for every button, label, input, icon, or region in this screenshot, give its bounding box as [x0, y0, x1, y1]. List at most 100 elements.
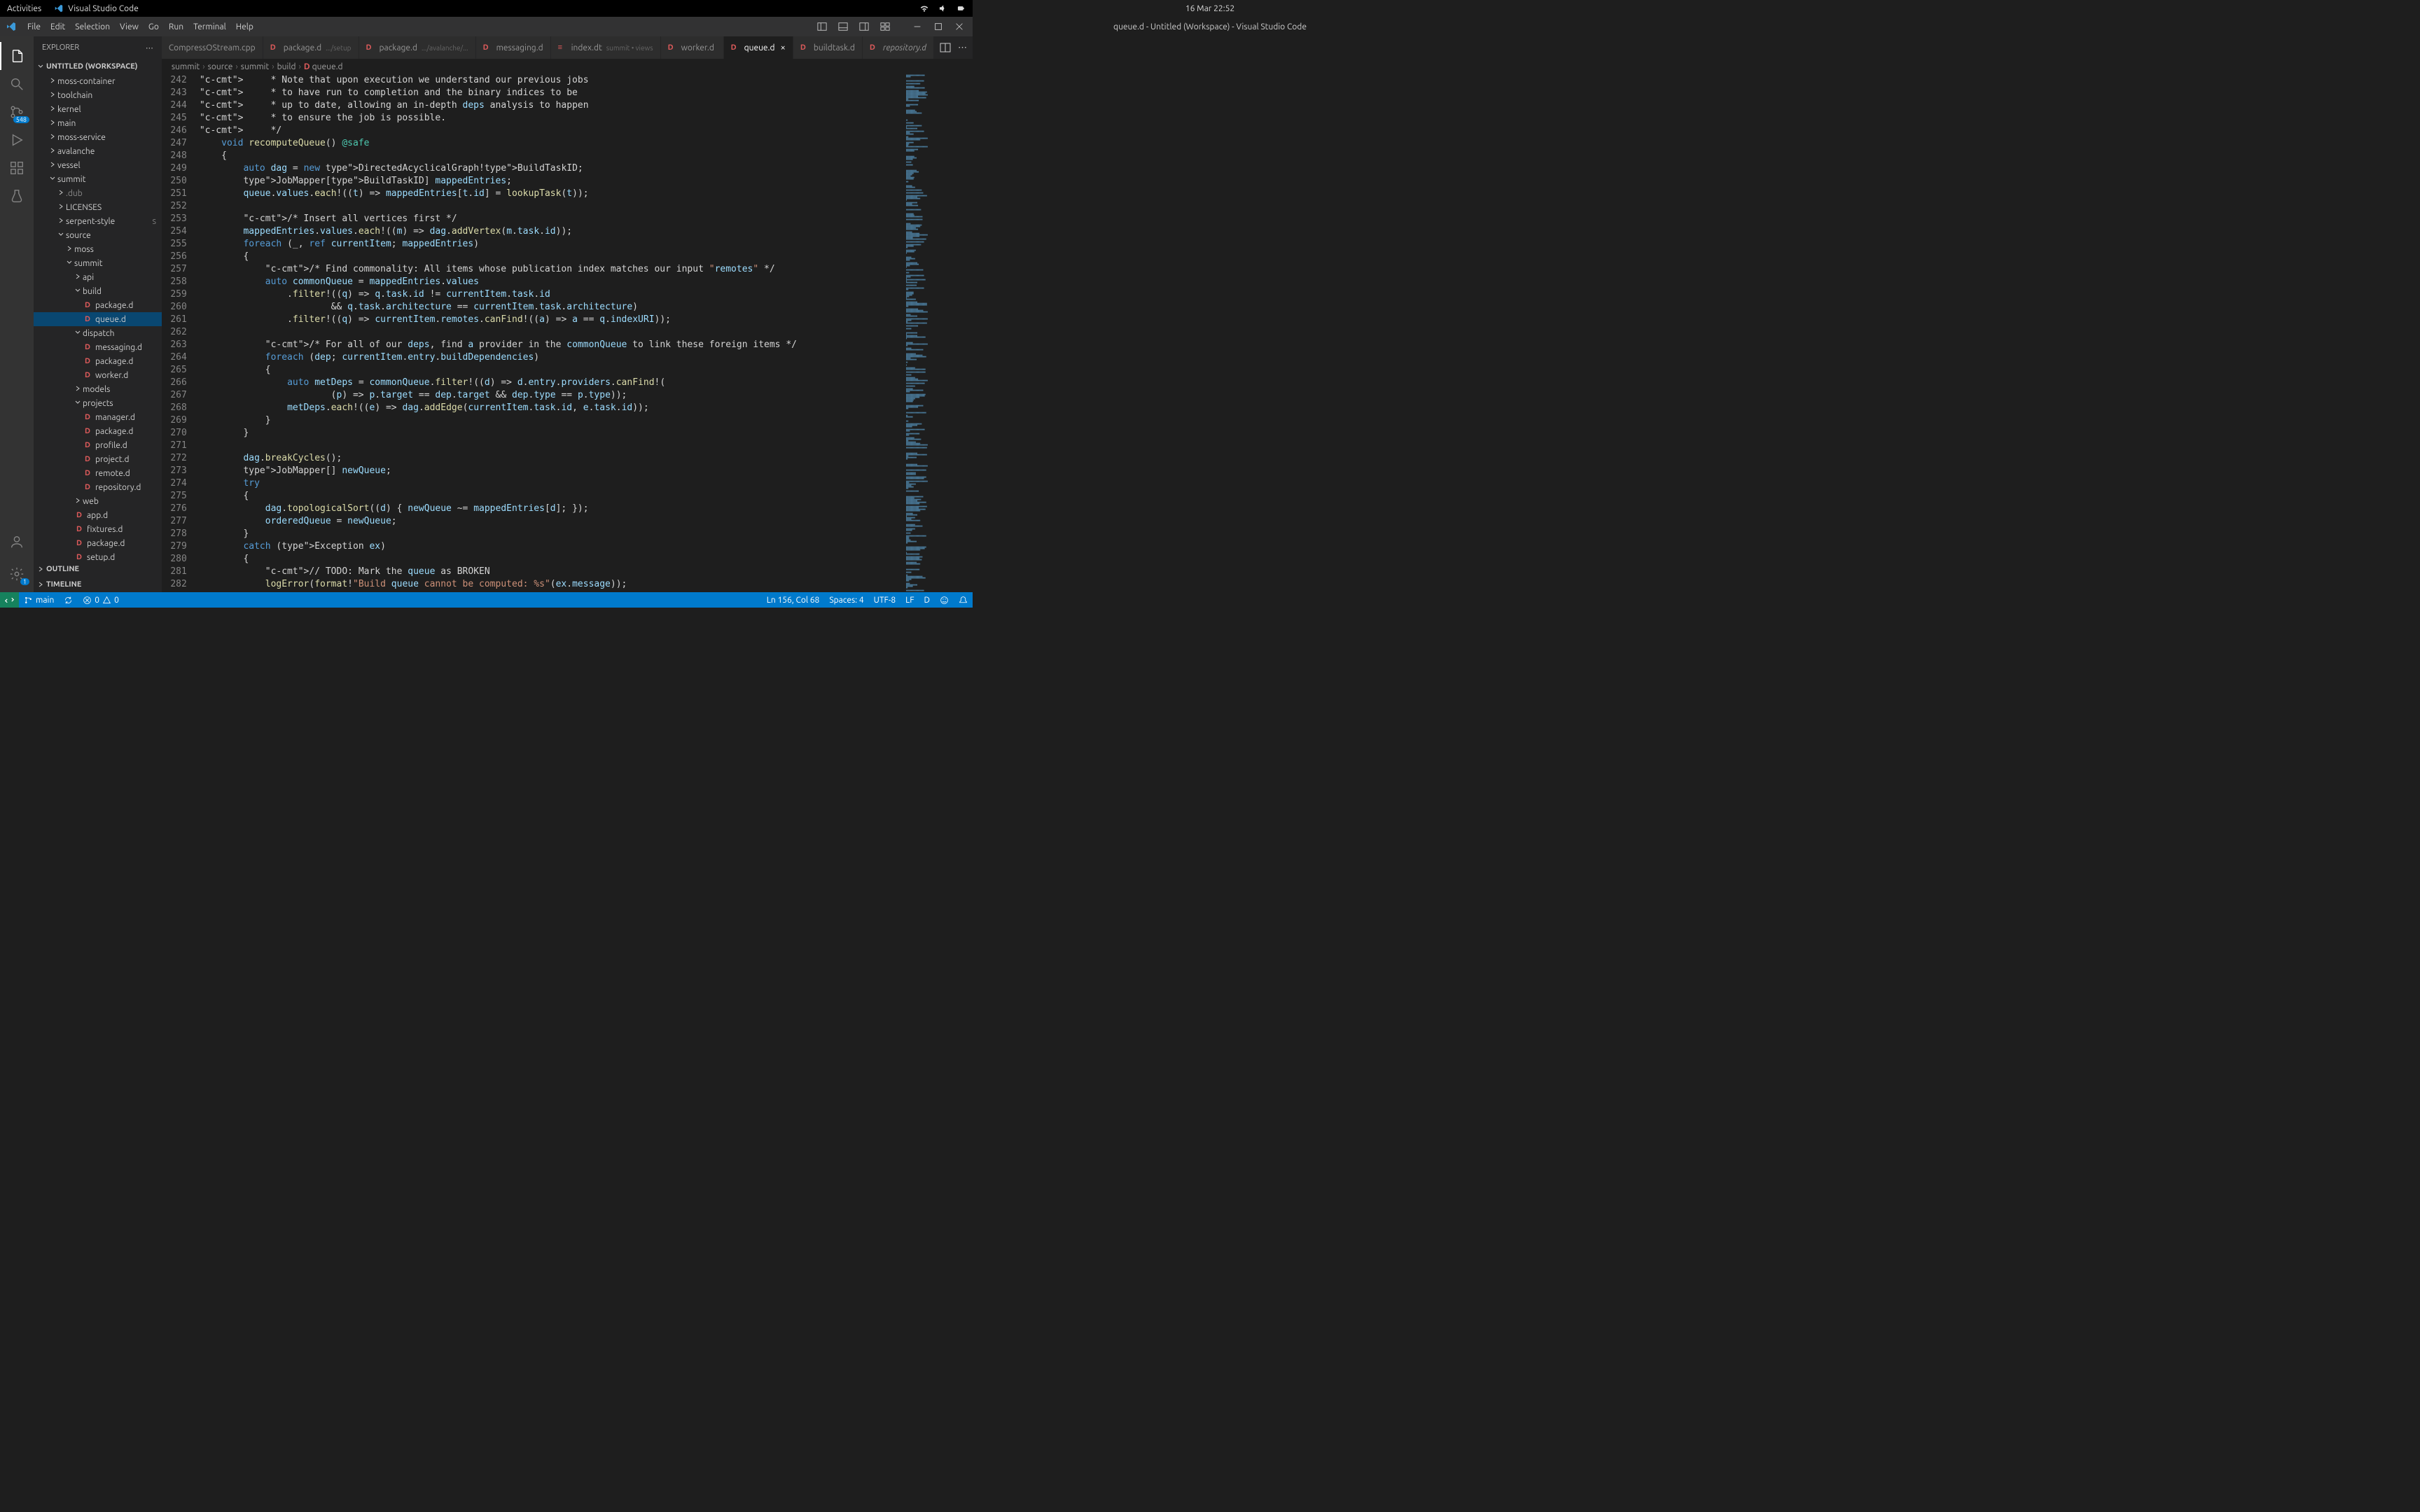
- tree-package-d[interactable]: Dpackage.d: [34, 298, 162, 312]
- tree--dub[interactable]: .dub: [34, 186, 162, 200]
- maximize-button[interactable]: [929, 19, 947, 34]
- tab-index-dt[interactable]: ≡index.dtsummit • views: [551, 36, 661, 59]
- app-indicator[interactable]: Visual Studio Code: [54, 4, 139, 13]
- tree-moss[interactable]: moss: [34, 242, 162, 256]
- battery-icon[interactable]: [956, 4, 966, 13]
- eol[interactable]: LF: [900, 596, 919, 605]
- workspace-header[interactable]: UNTITLED (WORKSPACE): [34, 59, 162, 74]
- breadcrumb-build[interactable]: build: [277, 62, 296, 71]
- minimap[interactable]: █████████████████████████ ██████ ███████…: [903, 74, 973, 592]
- breadcrumb-summit[interactable]: summit: [172, 62, 200, 71]
- tab-buildtask-d[interactable]: Dbuildtask.d: [793, 36, 863, 59]
- tab-more-icon[interactable]: ⋯: [958, 43, 967, 53]
- code-editor[interactable]: "c-cmt"> * Note that upon execution we u…: [200, 74, 903, 592]
- tree-app-d[interactable]: Dapp.d: [34, 508, 162, 522]
- encoding[interactable]: UTF-8: [869, 596, 900, 605]
- tree-worker-d[interactable]: Dworker.d: [34, 368, 162, 382]
- tab-close-icon[interactable]: ×: [781, 43, 786, 52]
- tree-avalanche[interactable]: avalanche: [34, 144, 162, 158]
- activity-accounts[interactable]: [0, 528, 34, 556]
- indentation[interactable]: Spaces: 4: [824, 596, 868, 605]
- layout-right-icon[interactable]: [855, 19, 873, 34]
- tree-kernel[interactable]: kernel: [34, 102, 162, 116]
- tree-moss-container[interactable]: moss-container: [34, 74, 162, 88]
- activity-extensions[interactable]: [0, 154, 34, 182]
- tree-project-d[interactable]: Dproject.d: [34, 452, 162, 466]
- breadcrumb-source[interactable]: source: [208, 62, 233, 71]
- clock[interactable]: 16 Mar 22:52: [1185, 4, 1235, 13]
- tab-package-d[interactable]: Dpackage.d.../setup: [263, 36, 359, 59]
- tree-build[interactable]: build: [34, 284, 162, 298]
- tree-setup-d[interactable]: Dsetup.d: [34, 550, 162, 561]
- tab-compressostream-cpp[interactable]: CompressOStream.cpp: [162, 36, 263, 59]
- breadcrumb-queue.d[interactable]: Dqueue.d: [304, 62, 343, 71]
- sidebar-more-icon[interactable]: ⋯: [146, 43, 153, 52]
- notifications-icon[interactable]: [954, 596, 973, 605]
- tree-manager-d[interactable]: Dmanager.d: [34, 410, 162, 424]
- tree-toolchain[interactable]: toolchain: [34, 88, 162, 102]
- menu-item-go[interactable]: Go: [144, 22, 164, 31]
- menu-item-run[interactable]: Run: [164, 22, 188, 31]
- tree-serpent-style[interactable]: serpent-styleS: [34, 214, 162, 228]
- activity-testing[interactable]: [0, 182, 34, 210]
- tree-source[interactable]: source: [34, 228, 162, 242]
- language-mode[interactable]: D: [919, 596, 935, 605]
- activity-search[interactable]: [0, 70, 34, 98]
- tree-summit[interactable]: summit: [34, 172, 162, 186]
- menu-item-selection[interactable]: Selection: [70, 22, 115, 31]
- volume-icon[interactable]: [938, 4, 947, 13]
- git-sync[interactable]: [59, 596, 78, 605]
- layout-panel-icon[interactable]: [813, 19, 831, 34]
- activities-label[interactable]: Activities: [7, 4, 41, 13]
- activity-explorer[interactable]: [0, 42, 34, 70]
- tree-fixtures-d[interactable]: Dfixtures.d: [34, 522, 162, 536]
- tree-vessel[interactable]: vessel: [34, 158, 162, 172]
- minimize-button[interactable]: [908, 19, 926, 34]
- remote-indicator[interactable]: [0, 592, 19, 608]
- title-bar: FileEditSelectionViewGoRunTerminalHelp q…: [0, 17, 973, 36]
- tree-moss-service[interactable]: moss-service: [34, 130, 162, 144]
- tree-main[interactable]: main: [34, 116, 162, 130]
- tree-models[interactable]: models: [34, 382, 162, 396]
- wifi-icon[interactable]: [919, 4, 929, 13]
- split-editor-icon[interactable]: [940, 42, 951, 53]
- tree-profile-d[interactable]: Dprofile.d: [34, 438, 162, 452]
- menu-item-view[interactable]: View: [115, 22, 144, 31]
- git-branch[interactable]: main: [19, 596, 59, 605]
- tree-projects[interactable]: projects: [34, 396, 162, 410]
- tab-repository-d[interactable]: Drepository.d: [863, 36, 934, 59]
- tree-dispatch[interactable]: dispatch: [34, 326, 162, 340]
- menu-item-terminal[interactable]: Terminal: [188, 22, 231, 31]
- problems[interactable]: 0 0: [78, 596, 124, 605]
- tree-package-d[interactable]: Dpackage.d: [34, 424, 162, 438]
- tree-remote-d[interactable]: Dremote.d: [34, 466, 162, 480]
- menu-item-file[interactable]: File: [22, 22, 46, 31]
- layout-customize-icon[interactable]: [876, 19, 894, 34]
- menu-item-edit[interactable]: Edit: [46, 22, 70, 31]
- layout-bottom-icon[interactable]: [834, 19, 852, 34]
- timeline-header[interactable]: TIMELINE: [34, 577, 162, 592]
- activity-settings[interactable]: 1: [0, 560, 34, 588]
- tree-summit[interactable]: summit: [34, 256, 162, 270]
- tree-queue-d[interactable]: Dqueue.d: [34, 312, 162, 326]
- breadcrumb[interactable]: summit›source›summit›build›Dqueue.d: [162, 59, 973, 74]
- tree-repository-d[interactable]: Drepository.d: [34, 480, 162, 494]
- activity-debug[interactable]: [0, 126, 34, 154]
- tree-messaging-d[interactable]: Dmessaging.d: [34, 340, 162, 354]
- menu-item-help[interactable]: Help: [231, 22, 258, 31]
- tree-package-d[interactable]: Dpackage.d: [34, 354, 162, 368]
- outline-header[interactable]: OUTLINE: [34, 561, 162, 577]
- tree-package-d[interactable]: Dpackage.d: [34, 536, 162, 550]
- breadcrumb-summit[interactable]: summit: [241, 62, 269, 71]
- tree-web[interactable]: web: [34, 494, 162, 508]
- tab-queue-d[interactable]: Dqueue.d×: [724, 36, 793, 59]
- cursor-position[interactable]: Ln 156, Col 68: [762, 596, 825, 605]
- tree-licenses[interactable]: LICENSES: [34, 200, 162, 214]
- close-button[interactable]: [950, 19, 968, 34]
- activity-scm[interactable]: 548: [0, 98, 34, 126]
- tab-package-d[interactable]: Dpackage.d.../avalanche/...: [359, 36, 476, 59]
- feedback-icon[interactable]: [935, 596, 954, 605]
- tab-worker-d[interactable]: Dworker.d: [661, 36, 724, 59]
- tab-messaging-d[interactable]: Dmessaging.d: [476, 36, 551, 59]
- tree-api[interactable]: api: [34, 270, 162, 284]
